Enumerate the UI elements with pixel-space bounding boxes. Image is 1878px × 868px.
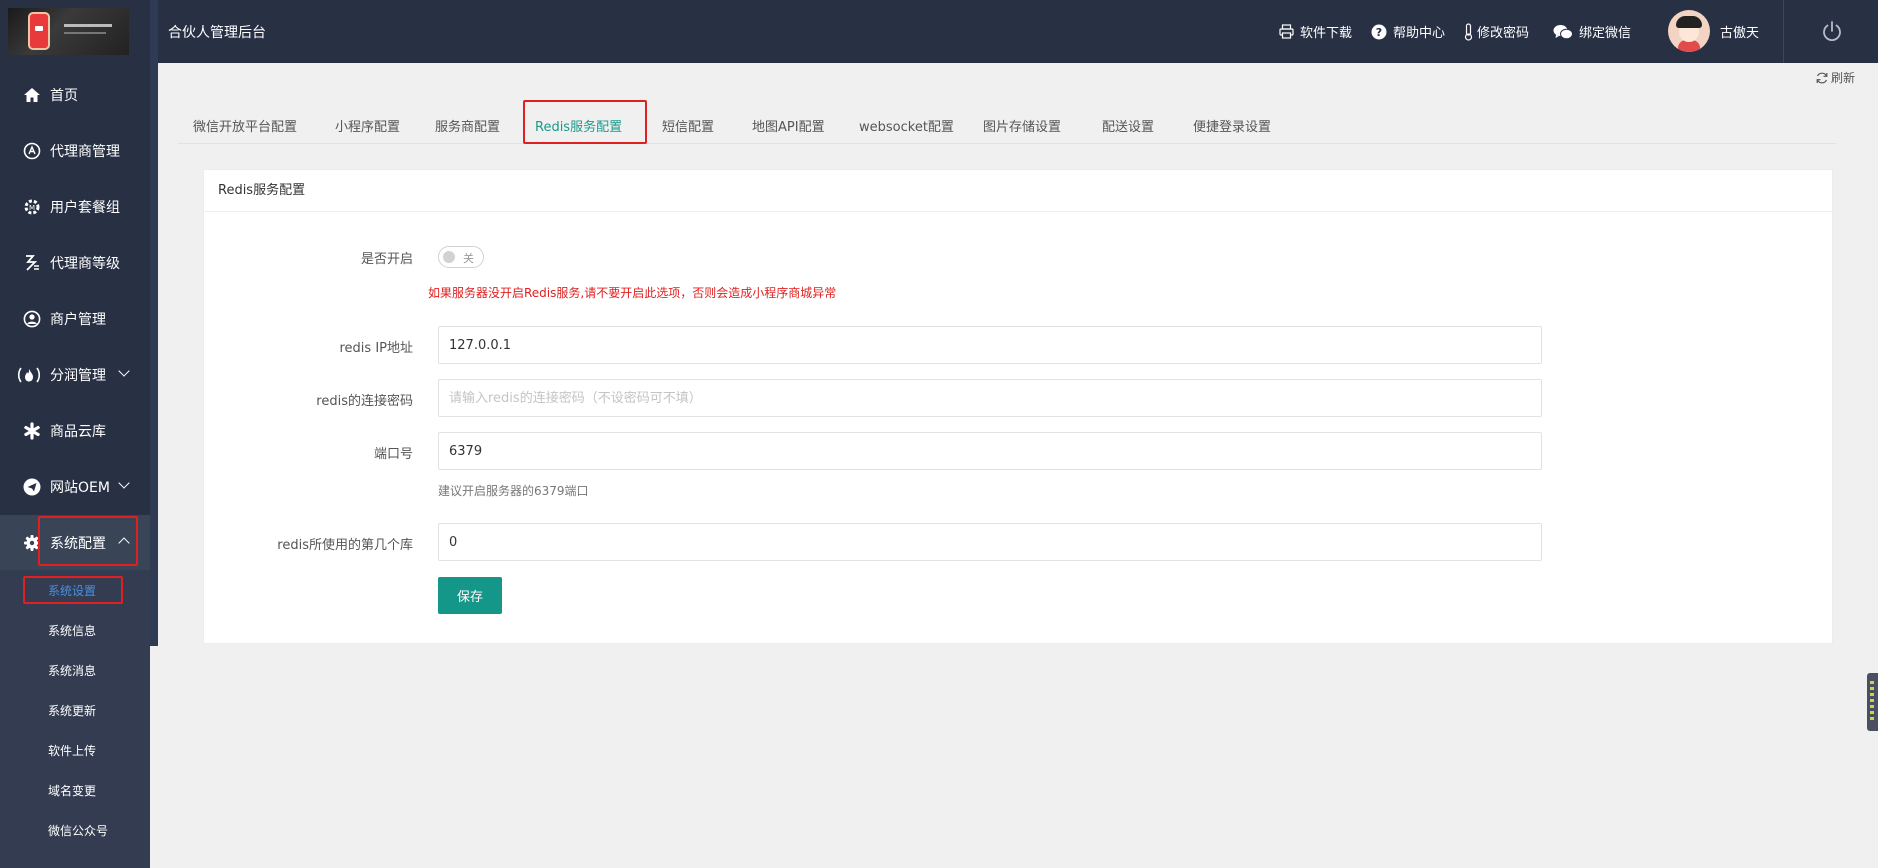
help-icon: ? — [1371, 24, 1387, 40]
svg-text:?: ? — [1376, 26, 1382, 39]
thermometer-icon — [1463, 22, 1473, 41]
sidebar-item-cloud-goods[interactable]: 商品云库 — [0, 403, 150, 459]
bind-wechat-link[interactable]: 绑定微信 — [1553, 22, 1631, 41]
sidebar-subitem-domain-change[interactable]: 域名变更 — [48, 782, 96, 799]
sidebar-item-label: 用户套餐组 — [50, 200, 120, 216]
tab-websocket[interactable]: websocket配置 — [859, 116, 954, 135]
refresh-label: 刷新 — [1831, 71, 1856, 85]
tab-delivery[interactable]: 配送设置 — [1102, 116, 1154, 135]
sidebar-item-label: 网站OEM — [50, 480, 110, 496]
tab-wechat-open-platform[interactable]: 微信开放平台配置 — [193, 116, 297, 135]
home-icon — [22, 85, 42, 105]
top-header: 合伙人管理后台 软件下载 ? 帮助中心 修改密码 绑定微信 古傲天 — [158, 0, 1878, 63]
header-divider — [1783, 0, 1784, 63]
sidebar: 首页 代理商管理 M 用户套餐组 代理商等级 商户管理 分润管理 商品云库 网站… — [0, 0, 150, 868]
svg-text:M: M — [29, 204, 35, 212]
side-widget[interactable] — [1867, 673, 1878, 731]
fire-icon — [16, 365, 42, 385]
software-download-link[interactable]: 软件下载 — [1278, 22, 1352, 41]
sidebar-scrollbar[interactable] — [150, 0, 158, 646]
power-icon[interactable] — [1821, 20, 1843, 42]
tab-service-provider[interactable]: 服务商配置 — [435, 116, 500, 135]
sidebar-item-label: 分润管理 — [50, 368, 106, 384]
save-button[interactable]: 保存 — [438, 577, 502, 614]
config-tabs: 微信开放平台配置 小程序配置 服务商配置 Redis服务配置 短信配置 地图AP… — [178, 100, 1836, 144]
printer-icon — [1278, 24, 1294, 40]
ip-label: redis IP地址 — [339, 341, 414, 356]
tab-mini-program[interactable]: 小程序配置 — [335, 116, 400, 135]
sidebar-item-oem[interactable]: 网站OEM — [0, 459, 150, 515]
user-icon — [22, 309, 42, 329]
enable-label: 是否开启 — [360, 252, 413, 267]
sidebar-subitem-software-upload[interactable]: 软件上传 — [48, 742, 96, 759]
wechat-icon — [1553, 24, 1573, 40]
redis-enable-switch[interactable]: 关 — [438, 246, 484, 268]
highlight-box — [523, 100, 647, 144]
sidebar-subitem-system-messages[interactable]: 系统消息 — [48, 662, 96, 679]
sidebar-item-label: 代理商等级 — [50, 256, 120, 272]
sidebar-item-home[interactable]: 首页 — [0, 67, 150, 123]
header-link-label: 软件下载 — [1300, 26, 1353, 41]
sidebar-item-label: 代理商管理 — [50, 144, 120, 160]
header-link-label: 绑定微信 — [1579, 26, 1632, 41]
sidebar-item-label: 商户管理 — [50, 312, 106, 328]
tab-map-api[interactable]: 地图API配置 — [752, 116, 825, 135]
highlight-box — [38, 516, 138, 566]
sidebar-submenu: 系统设置 系统信息 系统消息 系统更新 软件上传 域名变更 微信公众号 — [0, 570, 150, 868]
sidebar-subitem-system-update[interactable]: 系统更新 — [48, 702, 96, 719]
chevron-down-icon — [118, 365, 130, 377]
refresh-button[interactable]: 刷新 — [1815, 69, 1855, 86]
tab-sms[interactable]: 短信配置 — [662, 116, 714, 135]
help-center-link[interactable]: ? 帮助中心 — [1371, 22, 1445, 41]
switch-knob — [443, 251, 455, 263]
refresh-icon — [1815, 71, 1829, 85]
switch-text: 关 — [463, 252, 474, 265]
tab-image-storage[interactable]: 图片存储设置 — [983, 116, 1061, 135]
asterisk-icon — [22, 421, 42, 441]
sidebar-item-merchant[interactable]: 商户管理 — [0, 291, 150, 347]
change-password-link[interactable]: 修改密码 — [1463, 22, 1529, 41]
port-label: 端口号 — [373, 447, 413, 462]
chevron-down-icon — [118, 477, 130, 489]
tab-quick-login[interactable]: 便捷登录设置 — [1193, 116, 1271, 135]
app-title: 合伙人管理后台 — [168, 25, 266, 41]
warning-text: 如果服务器没开启Redis服务,请不要开启此选项，否则会造成小程序商城异常 — [428, 286, 837, 300]
logo — [8, 8, 129, 55]
sidebar-item-level[interactable]: 代理商等级 — [0, 235, 150, 291]
redis-port-input[interactable] — [438, 432, 1542, 470]
sidebar-subitem-wechat-official[interactable]: 微信公众号 — [48, 822, 108, 839]
sidebar-item-profit[interactable]: 分润管理 — [0, 347, 150, 403]
redis-db-input[interactable] — [438, 523, 1542, 561]
redis-ip-input[interactable] — [438, 326, 1542, 364]
level-icon — [22, 253, 42, 273]
header-link-label: 帮助中心 — [1393, 26, 1446, 41]
sidebar-item-label: 首页 — [50, 88, 78, 104]
header-link-label: 修改密码 — [1477, 26, 1530, 41]
redis-password-input[interactable] — [438, 379, 1542, 417]
panel-title: Redis服务配置 — [204, 170, 1832, 212]
highlight-box — [23, 576, 123, 604]
sidebar-item-agent[interactable]: 代理商管理 — [0, 123, 150, 179]
db-label: redis所使用的第几个库 — [277, 538, 413, 553]
avatar[interactable] — [1668, 10, 1710, 52]
username[interactable]: 古傲天 — [1720, 22, 1759, 41]
send-icon — [22, 477, 42, 497]
agent-icon — [22, 141, 42, 161]
sidebar-item-label: 商品云库 — [50, 424, 106, 440]
password-label: redis的连接密码 — [316, 394, 413, 409]
sidebar-subitem-system-info[interactable]: 系统信息 — [48, 622, 96, 639]
package-icon: M — [22, 197, 42, 217]
port-hint: 建议开启服务器的6379端口 — [438, 484, 589, 498]
sidebar-item-package[interactable]: M 用户套餐组 — [0, 179, 150, 235]
